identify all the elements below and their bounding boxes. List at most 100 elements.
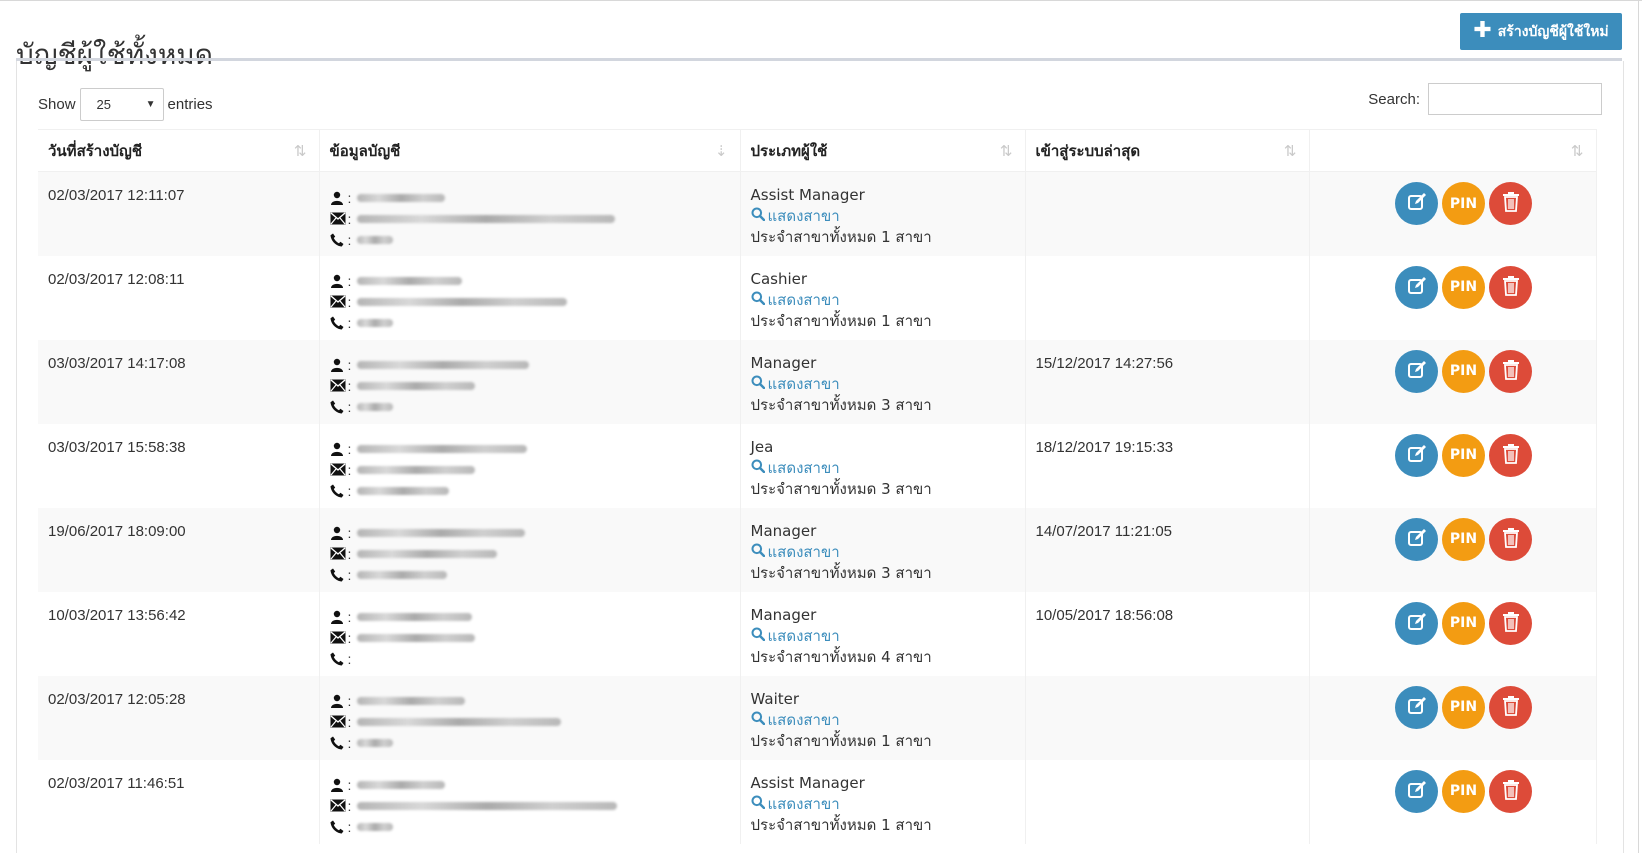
pin-button[interactable]: PIN xyxy=(1442,349,1485,393)
last-login-cell xyxy=(1025,255,1310,340)
column-header-last-login[interactable]: เข้าสู่ระบบล่าสุด ⇅ xyxy=(1025,129,1310,172)
pin-button[interactable]: PIN xyxy=(1442,182,1485,225)
account-phone-line: : xyxy=(330,649,730,670)
create-account-label: สร้างบัญชีผู้ใช้ใหม่ xyxy=(1497,23,1609,40)
redacted-text xyxy=(357,361,530,369)
delete-button[interactable] xyxy=(1489,433,1532,477)
edit-button[interactable] xyxy=(1395,182,1438,225)
delete-button[interactable] xyxy=(1489,685,1532,729)
column-header-created[interactable]: วันที่สร้างบัญชี ⇅ xyxy=(38,129,320,172)
account-phone-line: : xyxy=(330,397,730,418)
edit-button[interactable] xyxy=(1395,349,1438,393)
envelope-icon xyxy=(330,463,346,477)
show-branches-link[interactable]: แสดงสาขา xyxy=(751,710,1015,731)
account-phone-line: : xyxy=(330,565,730,586)
created-cell: 10/03/2017 13:56:42 xyxy=(38,591,320,676)
show-branches-link[interactable]: แสดงสาขา xyxy=(751,794,1015,815)
pin-button[interactable]: PIN xyxy=(1442,601,1485,645)
edit-icon xyxy=(1406,611,1428,636)
edit-button[interactable] xyxy=(1395,517,1438,561)
envelope-icon xyxy=(330,211,346,226)
show-branches-link[interactable]: แสดงสาขา xyxy=(751,626,1015,647)
show-branches-link[interactable]: แสดงสาขา xyxy=(751,374,1015,395)
search-input[interactable] xyxy=(1428,83,1602,115)
user-type-cell: Assist Manager แสดงสาขา ประจำสาขาทั้งหมด… xyxy=(740,171,1026,256)
delete-button[interactable] xyxy=(1489,517,1532,561)
redacted-text xyxy=(357,697,466,705)
pin-button[interactable]: PIN xyxy=(1442,517,1485,561)
column-header-actions[interactable]: ⇅ xyxy=(1309,129,1597,172)
branch-count: ประจำสาขาทั้งหมด 1 สาขา xyxy=(750,311,932,330)
show-branches-link[interactable]: แสดงสาขา xyxy=(751,542,1015,563)
pin-button[interactable]: PIN xyxy=(1442,265,1485,309)
edit-button[interactable] xyxy=(1395,433,1438,477)
branch-count: ประจำสาขาทั้งหมด 3 สาขา xyxy=(750,395,932,414)
entries-select[interactable]: 25 ▼ xyxy=(79,88,164,121)
show-branches-label: แสดงสาขา xyxy=(767,374,840,393)
redacted-text xyxy=(357,550,498,558)
delete-button[interactable] xyxy=(1489,349,1532,393)
last-login xyxy=(1036,256,1299,271)
envelope-icon xyxy=(330,295,346,309)
actions-cell: PIN xyxy=(1309,423,1597,508)
trash-icon xyxy=(1501,359,1521,384)
edit-button[interactable] xyxy=(1395,601,1438,645)
pin-button[interactable]: PIN xyxy=(1442,433,1485,477)
redacted-text xyxy=(357,193,446,202)
table-row: 02/03/2017 12:08:11 : : : Cashier แสดงสา… xyxy=(38,255,1597,340)
table-row: 02/03/2017 12:11:07 : : : Assist Manager… xyxy=(38,171,1597,256)
last-login-cell: 15/12/2017 14:27:56 xyxy=(1025,339,1310,424)
show-branches-link[interactable]: แสดงสาขา xyxy=(751,290,1015,311)
created-date: 03/03/2017 15:58:38 xyxy=(48,438,186,456)
table-row: 02/03/2017 12:05:28 : : : Waiter แสดงสาข… xyxy=(38,675,1597,760)
search-icon xyxy=(751,710,765,731)
phone-icon xyxy=(330,568,346,582)
create-account-button[interactable]: ✚ สร้างบัญชีผู้ใช้ใหม่ xyxy=(1460,13,1622,50)
delete-button[interactable] xyxy=(1489,182,1532,225)
delete-button[interactable] xyxy=(1489,265,1532,309)
trash-icon xyxy=(1501,779,1521,804)
envelope-icon xyxy=(330,631,346,645)
account-info-cell: : : : xyxy=(319,255,741,340)
pin-button[interactable]: PIN xyxy=(1442,685,1485,729)
edit-button[interactable] xyxy=(1395,265,1438,309)
show-branches-link[interactable]: แสดงสาขา xyxy=(751,458,1015,479)
search-icon xyxy=(751,542,765,563)
account-name-line: : xyxy=(330,271,730,292)
edit-icon xyxy=(1406,275,1428,300)
edit-button[interactable] xyxy=(1395,685,1438,729)
column-header-user-type[interactable]: ประเภทผู้ใช้ ⇅ xyxy=(740,129,1026,172)
phone-icon xyxy=(330,233,346,247)
edit-button[interactable] xyxy=(1395,769,1438,813)
last-login-cell: 14/07/2017 11:21:05 xyxy=(1025,507,1310,592)
user-type-cell: Manager แสดงสาขา ประจำสาขาทั้งหมด 3 สาขา xyxy=(740,507,1026,592)
redacted-text xyxy=(357,823,394,831)
delete-button[interactable] xyxy=(1489,601,1532,645)
user-icon xyxy=(330,191,346,205)
account-phone-line: : xyxy=(330,313,730,334)
delete-button[interactable] xyxy=(1489,769,1532,813)
branch-count: ประจำสาขาทั้งหมด 1 สาขา xyxy=(750,815,932,834)
created-cell: 02/03/2017 12:08:11 xyxy=(38,255,320,340)
redacted-text xyxy=(357,613,473,621)
created-cell: 02/03/2017 12:11:07 xyxy=(38,171,320,256)
created-date: 02/03/2017 11:46:51 xyxy=(48,774,185,792)
account-info-cell: : : : xyxy=(319,675,741,760)
search-icon xyxy=(751,626,765,647)
column-header-account-info[interactable]: ข้อมูลบัญชี ⇣ xyxy=(319,129,741,172)
user-icon xyxy=(330,778,346,792)
account-phone-line: : xyxy=(330,817,730,838)
user-type-cell: Assist Manager แสดงสาขา ประจำสาขาทั้งหมด… xyxy=(740,759,1026,844)
trash-icon xyxy=(1501,611,1521,636)
accounts-table: วันที่สร้างบัญชี ⇅ ข้อมูลบัญชี ⇣ ประเภทผู้… xyxy=(38,129,1597,844)
created-cell: 02/03/2017 12:05:28 xyxy=(38,675,320,760)
account-email-line: : xyxy=(330,796,730,817)
edit-icon xyxy=(1406,779,1428,804)
show-branches-link[interactable]: แสดงสาขา xyxy=(751,206,1015,227)
actions-cell: PIN xyxy=(1309,339,1597,424)
pin-button[interactable]: PIN xyxy=(1442,769,1485,813)
table-row: 10/03/2017 13:56:42 : : : Manager แสดงสา… xyxy=(38,591,1597,676)
caret-down-icon: ▼ xyxy=(145,99,156,110)
envelope-icon xyxy=(330,379,346,393)
redacted-text xyxy=(357,718,562,726)
